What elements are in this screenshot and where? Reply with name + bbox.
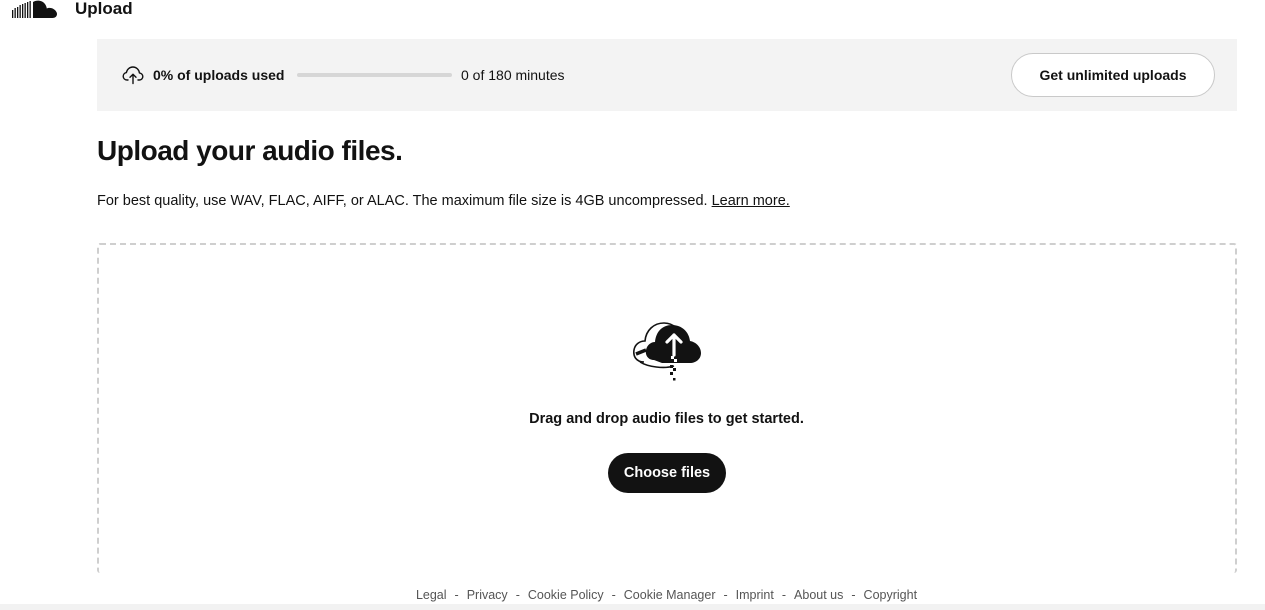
usage-label: 0% of uploads used: [153, 67, 285, 83]
footer-separator: -: [454, 588, 459, 602]
footer-link-copyright[interactable]: Copyright: [864, 588, 918, 602]
footer-separator: -: [515, 588, 520, 602]
footer-link-legal[interactable]: Legal: [416, 588, 447, 602]
get-unlimited-uploads-button[interactable]: Get unlimited uploads: [1011, 53, 1215, 97]
footer-link-imprint[interactable]: Imprint: [736, 588, 774, 602]
usage-banner: 0% of uploads used 0 of 180 minutes Get …: [97, 39, 1237, 111]
footer-link-about-us[interactable]: About us: [794, 588, 843, 602]
footer-separator: -: [851, 588, 856, 602]
choose-files-button[interactable]: Choose files: [608, 453, 726, 493]
cloud-upload-arrow-icon: [633, 322, 701, 381]
usage-minutes: 0 of 180 minutes: [461, 67, 565, 83]
drop-prompt: Drag and drop audio files to get started…: [529, 411, 804, 427]
page-header-title: Upload: [75, 0, 133, 18]
footer-separator: -: [781, 588, 787, 602]
soundcloud-logo-icon[interactable]: [12, 0, 58, 20]
cloud-upload-icon: [122, 66, 144, 85]
upload-page: Upload 0% of uploads used 0 of 180 minut…: [0, 0, 1265, 610]
footer-link-cookie-policy[interactable]: Cookie Policy: [528, 588, 604, 602]
bottom-strip: [0, 604, 1265, 610]
page-title: Upload your audio files.: [97, 135, 403, 166]
header: Upload: [0, 0, 1265, 22]
drop-zone[interactable]: [97, 243, 1237, 573]
footer: Legal - Privacy - Cookie Policy - Cookie Manag…: [0, 586, 1265, 604]
footer-separator: -: [611, 588, 616, 602]
usage-progress-bar: [297, 73, 452, 77]
footer-link-cookie-manager[interactable]: Cookie Manager: [624, 588, 716, 602]
footer-separator: -: [723, 588, 728, 602]
footer-link-privacy[interactable]: Privacy: [467, 588, 508, 602]
description-text: For best quality, use WAV, FLAC, AIFF, o…: [97, 193, 708, 209]
learn-more-link[interactable]: Learn more.: [712, 193, 790, 209]
page-description: For best quality, use WAV, FLAC, AIFF, o…: [97, 193, 790, 210]
